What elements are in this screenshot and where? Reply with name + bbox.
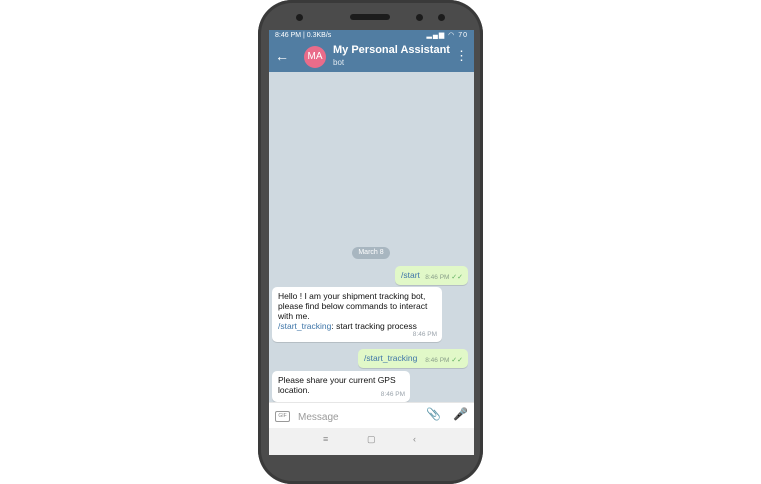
earpiece-speaker <box>350 14 390 20</box>
avatar[interactable]: MA <box>304 46 326 68</box>
camera-dot <box>296 14 303 21</box>
message-time: 8:46 PM <box>412 331 437 338</box>
status-time: 8:46 PM | 0.3KB/s <box>275 32 332 39</box>
message-time: 8:46 PM ✓✓ <box>425 357 463 364</box>
gif-icon[interactable]: GIF <box>275 411 290 422</box>
chat-title[interactable]: My Personal Assistant <box>333 44 450 56</box>
message-input-bar: GIF 📎 🎤 <box>269 402 474 429</box>
phone-screen: 8:46 PM | 0.3KB/s ▂▄▆ ◠ 70 ← MA My Perso… <box>269 30 474 455</box>
microphone-icon[interactable]: 🎤 <box>453 407 468 421</box>
chat-subtitle: bot <box>333 58 345 67</box>
chat-header: ← MA My Personal Assistant bot ⋮ <box>269 41 474 72</box>
message-time: 8:46 PM ✓✓ <box>425 274 463 281</box>
message-text: Hello ! I am your shipment tracking bot,… <box>278 291 428 321</box>
message-command[interactable]: /start_tracking <box>364 353 417 363</box>
message-command[interactable]: /start <box>401 270 420 280</box>
incoming-message[interactable]: Hello ! I am your shipment tracking bot,… <box>272 287 442 342</box>
sensor-dot-2 <box>438 14 445 21</box>
outgoing-message[interactable]: /start 8:46 PM ✓✓ <box>395 266 468 285</box>
status-indicators: ▂▄▆ ◠ 70 <box>426 32 468 39</box>
status-bar: 8:46 PM | 0.3KB/s ▂▄▆ ◠ 70 <box>269 30 474 41</box>
outgoing-message[interactable]: /start_tracking 8:46 PM ✓✓ <box>358 349 468 368</box>
command-description: : start tracking process <box>331 321 417 331</box>
more-options-icon[interactable]: ⋮ <box>455 46 468 66</box>
phone-top-bezel <box>258 0 483 32</box>
sensor-dot <box>416 14 423 21</box>
read-check-icon: ✓✓ <box>451 274 463 281</box>
chat-area[interactable]: March 8 /start 8:46 PM ✓✓ Hello ! I am y… <box>269 72 474 402</box>
message-input[interactable] <box>296 408 420 426</box>
message-command[interactable]: /start_tracking <box>278 321 331 331</box>
back-arrow-icon[interactable]: ← <box>275 46 289 66</box>
recent-apps-icon[interactable]: ≡ <box>323 434 328 444</box>
read-check-icon: ✓✓ <box>451 357 463 364</box>
home-icon[interactable]: ▢ <box>367 434 376 445</box>
back-nav-icon[interactable]: ‹ <box>413 434 416 444</box>
date-divider: March 8 <box>352 247 390 259</box>
message-time: 8:46 PM <box>380 391 405 398</box>
incoming-message[interactable]: Please share your current GPS location. … <box>272 371 410 402</box>
message-text: Please share your current GPS location. <box>278 375 396 395</box>
attach-icon[interactable]: 📎 <box>426 407 441 421</box>
system-nav-bar: ≡ ▢ ‹ <box>269 428 474 455</box>
